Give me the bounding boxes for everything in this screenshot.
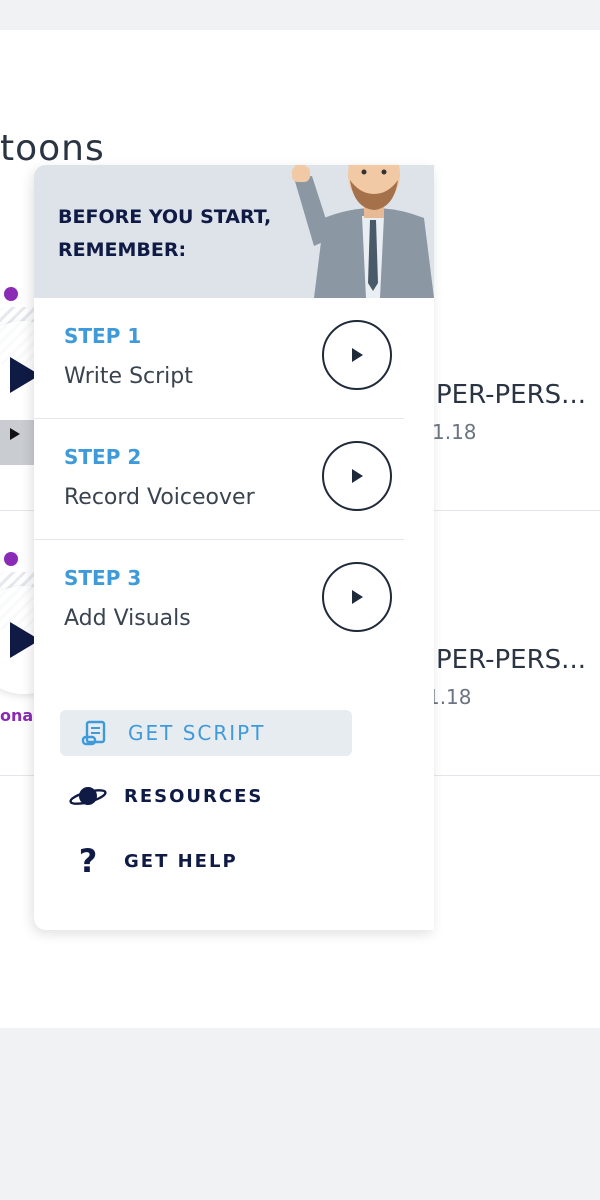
step-video-play-button[interactable]: [322, 441, 392, 511]
step-item[interactable]: STEP 1 Write Script: [34, 298, 404, 419]
get-help-label: GET HELP: [124, 850, 238, 872]
before-you-start-panel: BEFORE YOU START, REMEMBER: STEP 1 Write…: [34, 165, 434, 930]
panel-header-title: BEFORE YOU START, REMEMBER:: [58, 206, 272, 261]
get-help-link[interactable]: ? GET HELP: [34, 836, 434, 886]
step-number: STEP 3: [64, 566, 142, 590]
play-icon: [10, 428, 20, 440]
scroll-icon: [60, 719, 128, 747]
step-number: STEP 1: [64, 324, 142, 348]
play-icon: [352, 348, 363, 362]
step-title: Write Script: [64, 364, 193, 389]
project-title[interactable]: PER-PERS...: [436, 380, 586, 410]
steps-list: STEP 1 Write Script STEP 2 Record Voiceo…: [34, 298, 434, 660]
status-dot: [4, 552, 18, 566]
planet-icon: [62, 781, 114, 811]
step-number: STEP 2: [64, 445, 142, 469]
step-item[interactable]: STEP 3 Add Visuals: [34, 540, 404, 660]
page-title: toons: [0, 128, 105, 169]
get-script-button[interactable]: GET SCRIPT: [60, 710, 352, 756]
step-item[interactable]: STEP 2 Record Voiceover: [34, 419, 404, 540]
project-thumbnail-preview: [0, 420, 34, 465]
question-mark-icon: ?: [78, 842, 98, 880]
project-modified-date: 1.18: [432, 420, 477, 444]
resources-label: RESOURCES: [124, 785, 264, 807]
step-video-play-button[interactable]: [322, 562, 392, 632]
status-dot: [4, 287, 18, 301]
presenter-illustration: [292, 165, 434, 298]
project-title[interactable]: PER-PERS...: [436, 645, 586, 675]
panel-actions: GET SCRIPT RESOURCES ? GET HELP: [34, 710, 434, 901]
step-title: Add Visuals: [64, 606, 191, 631]
resources-link[interactable]: RESOURCES: [34, 771, 434, 821]
play-icon: [352, 469, 363, 483]
project-tag: onal: [0, 706, 39, 725]
step-title: Record Voiceover: [64, 485, 255, 510]
step-video-play-button[interactable]: [322, 320, 392, 390]
panel-header: BEFORE YOU START, REMEMBER:: [34, 165, 434, 298]
play-icon: [352, 590, 363, 604]
get-script-label: GET SCRIPT: [128, 721, 266, 745]
